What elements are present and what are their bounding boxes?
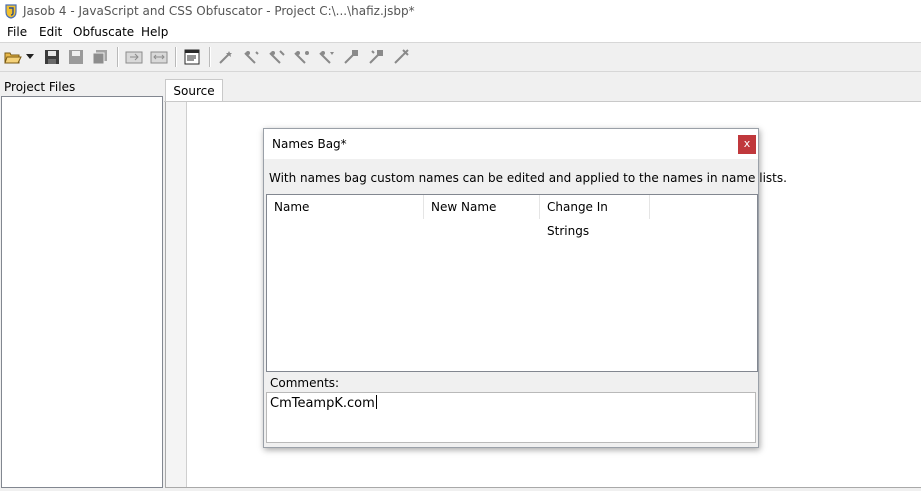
save-as-icon[interactable] [67, 48, 85, 66]
project-files-label: Project Files [4, 80, 76, 94]
wand-3-icon[interactable] [268, 48, 286, 66]
wand-1-icon[interactable] [218, 48, 236, 66]
wand-8-icon[interactable] [393, 48, 411, 66]
project-files-tree[interactable] [1, 96, 163, 488]
window-title: Jasob 4 - JavaScript and CSS Obfuscator … [23, 4, 415, 18]
app-logo-icon [4, 4, 18, 19]
comments-textarea[interactable]: CmTeampK.com [266, 392, 756, 443]
menu-help[interactable]: Help [141, 25, 168, 39]
editor-gutter [166, 102, 187, 487]
toolbar-separator [117, 47, 119, 67]
menu-bar: File Edit Obfuscate Help [0, 23, 921, 42]
comments-value: CmTeampK.com [270, 396, 375, 411]
column-header-new-name[interactable]: New Name [424, 195, 540, 219]
names-list-view[interactable]: Name New Name Change In Strings [266, 194, 758, 372]
wand-7-icon[interactable] [368, 48, 386, 66]
toolbar-separator [175, 47, 177, 67]
export-icon[interactable] [150, 48, 168, 66]
import-icon[interactable] [125, 48, 143, 66]
names-bag-dialog: Names Bag* x With names bag custom names… [263, 128, 787, 448]
dropdown-arrow-icon[interactable] [24, 48, 36, 66]
wand-2-icon[interactable] [243, 48, 261, 66]
toolbar [0, 42, 921, 72]
dialog-description: With names bag custom names can be edite… [269, 171, 787, 185]
tab-source[interactable]: Source [165, 79, 223, 102]
toolbar-separator [209, 47, 211, 67]
menu-edit[interactable]: Edit [39, 25, 62, 39]
save-all-icon[interactable] [91, 48, 109, 66]
column-header-name[interactable]: Name [267, 195, 424, 219]
column-header-change-in-strings[interactable]: Change In Strings [540, 195, 650, 238]
text-caret [375, 395, 377, 409]
open-folder-icon[interactable] [4, 48, 22, 66]
wand-4-icon[interactable] [293, 48, 311, 66]
save-icon[interactable] [43, 48, 61, 66]
dialog-close-button[interactable]: x [738, 135, 756, 154]
menu-file[interactable]: File [7, 25, 27, 39]
properties-icon[interactable] [183, 48, 201, 66]
wand-6-icon[interactable] [343, 48, 361, 66]
comments-label: Comments: [270, 376, 340, 390]
title-bar: Jasob 4 - JavaScript and CSS Obfuscator … [0, 0, 921, 23]
comments-text-value: CmTeampK.com [270, 395, 377, 411]
dialog-title-bar[interactable]: Names Bag* x [264, 129, 758, 159]
menu-obfuscate[interactable]: Obfuscate [73, 25, 134, 39]
wand-5-icon[interactable] [318, 48, 336, 66]
dialog-title: Names Bag* [272, 137, 347, 151]
